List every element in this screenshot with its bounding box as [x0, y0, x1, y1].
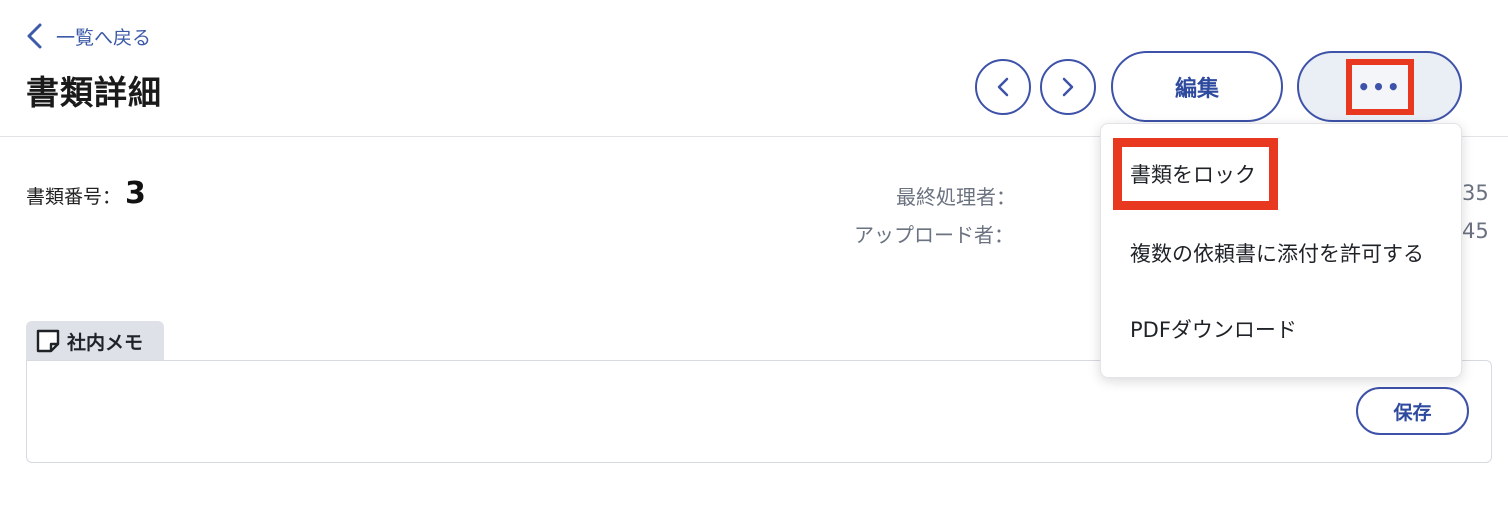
- memo-tab: 社内メモ: [26, 321, 164, 361]
- edit-button[interactable]: 編集: [1111, 51, 1283, 122]
- save-button[interactable]: 保存: [1356, 387, 1469, 435]
- uploaded-time: 45: [1462, 219, 1489, 243]
- last-processor-label: 最終処理者：: [896, 185, 1016, 209]
- chevron-left-icon: [27, 23, 42, 49]
- last-processed-time: 35: [1462, 181, 1489, 205]
- menu-item-allow-multiple-attach[interactable]: 複数の依頼書に添付を許可する: [1130, 238, 1424, 268]
- more-actions-button[interactable]: •••: [1297, 51, 1462, 122]
- menu-item-lock-document[interactable]: 書類をロック: [1113, 138, 1278, 210]
- previous-document-button[interactable]: [975, 59, 1031, 115]
- back-link-label: 一覧へ戻る: [56, 26, 152, 49]
- menu-item-label: 書類をロック: [1130, 163, 1256, 187]
- chevron-left-icon: [997, 77, 1009, 97]
- memo-tab-label: 社内メモ: [67, 331, 144, 354]
- menu-item-pdf-download[interactable]: PDFダウンロード: [1130, 314, 1297, 344]
- document-number: 書類番号： 3: [26, 176, 146, 211]
- uploader-label: アップロード者：: [854, 223, 1014, 247]
- more-actions-menu: 書類をロック 複数の依頼書に添付を許可する PDFダウンロード: [1100, 123, 1462, 378]
- redacted-area: [1030, 158, 1096, 252]
- more-dots-icon: •••: [1345, 58, 1414, 115]
- document-number-value: 3: [125, 176, 146, 211]
- back-link[interactable]: 一覧へ戻る: [24, 22, 151, 50]
- sticky-note-icon: [36, 329, 60, 353]
- next-document-button[interactable]: [1040, 59, 1096, 115]
- page-title: 書類詳細: [26, 73, 162, 112]
- chevron-right-icon: [1062, 77, 1074, 97]
- document-number-label: 書類番号：: [26, 186, 122, 208]
